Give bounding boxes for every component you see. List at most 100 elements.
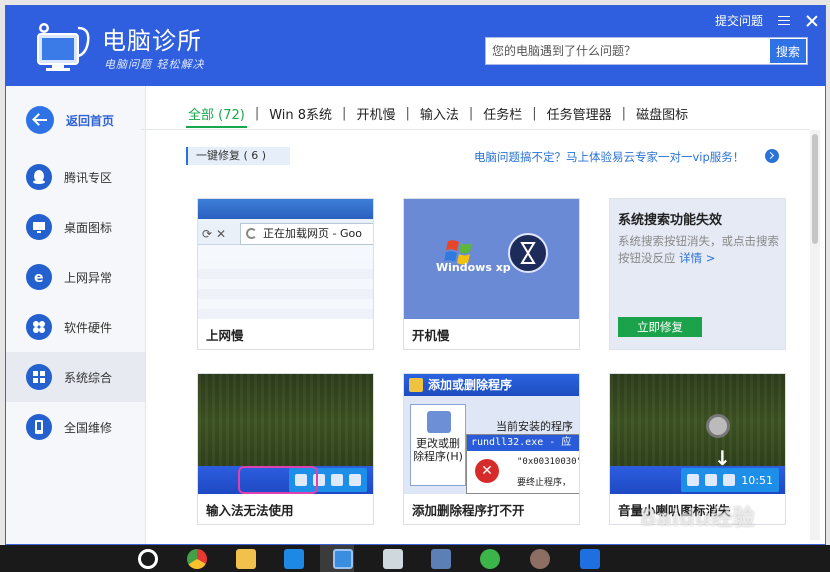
- window-controls: 提交问题: [715, 12, 819, 29]
- menu-icon[interactable]: [777, 14, 791, 28]
- svg-text:e: e: [34, 270, 44, 285]
- sidebar-item-label: 腾讯专区: [64, 170, 113, 185]
- fix-card-search-failure: 系统搜索功能失效 系统搜索按钮消失，或点击搜索按钮没反应 详情 > 立即修复: [609, 198, 786, 350]
- error-x-icon: ✕: [475, 459, 499, 483]
- tab-separator: |: [468, 106, 474, 121]
- browser-titlebar: [198, 199, 373, 219]
- stethoscope-monitor-icon: [37, 23, 90, 71]
- arrow-left-icon: [26, 106, 54, 134]
- os-taskbar: [0, 545, 830, 572]
- shield-icon: [723, 474, 736, 486]
- tab-disk-icon[interactable]: 磁盘图标: [634, 104, 690, 123]
- category-tabs: 全部 (72) | Win 8系统 | 开机慢 | 输入法 | 任务栏 | 任务…: [186, 104, 690, 128]
- avatar-icon[interactable]: [530, 549, 550, 569]
- tab-separator: |: [621, 106, 627, 121]
- fix-card-slow-boot[interactable]: Windows xp 开机慢: [403, 198, 580, 350]
- baidu-watermark: Baidu经验: [640, 506, 755, 531]
- browser-tab: 正在加载网页 - Goo: [240, 223, 373, 245]
- tabs-divider: [141, 129, 810, 130]
- section-title: 一键修复 ( 6 ): [186, 147, 290, 165]
- card-caption: 输入法无法使用: [206, 503, 294, 518]
- dialog-left-panel: 更改或删除程序(H): [410, 404, 466, 486]
- highlight-box: [238, 466, 318, 494]
- card-caption: 上网慢: [206, 328, 244, 343]
- browser-thumbnail: ⟳✕ 正在加载网页 - Goo: [198, 199, 373, 319]
- app-slogan: 电脑问题 轻松解决: [104, 58, 205, 71]
- fix-card-slow-internet[interactable]: ⟳✕ 正在加载网页 - Goo 上网慢: [197, 198, 374, 350]
- tab-separator: |: [532, 106, 537, 121]
- windows-icon: [26, 364, 52, 390]
- tip-description: 系统搜索按钮消失，或点击搜索按钮没反应 详情 >: [618, 233, 783, 267]
- cortana-icon[interactable]: [138, 549, 158, 569]
- sidebar-item-label: 全国维修: [64, 420, 113, 435]
- sidebar-item-repair[interactable]: 全国维修: [6, 402, 145, 452]
- search-input[interactable]: [486, 38, 770, 64]
- computer-clinic-icon[interactable]: [333, 549, 353, 569]
- ie-icon: e: [26, 264, 52, 290]
- details-link[interactable]: 详情 >: [679, 251, 715, 265]
- chrome-icon[interactable]: [187, 549, 207, 569]
- watermark-url: jingyan.baidu.com: [706, 533, 799, 544]
- close-icon[interactable]: [805, 14, 819, 28]
- sidebar-item-label: 上网异常: [64, 270, 113, 285]
- tab-slow-boot[interactable]: 开机慢: [354, 104, 397, 123]
- settings-icon[interactable]: [284, 549, 304, 569]
- tab-ime[interactable]: 输入法: [418, 104, 461, 123]
- tab-win8[interactable]: Win 8系统: [267, 104, 334, 123]
- fix-card-ime[interactable]: 输入法无法使用: [197, 373, 374, 525]
- penguin-icon: [26, 164, 52, 190]
- shield-icon: [349, 474, 361, 486]
- sidebar: 返回首页 腾讯专区 桌面图标 e 上网异常 软件硬件 系统综合 全国维修: [6, 86, 146, 544]
- xp-taskbar: 10:51: [610, 466, 785, 494]
- computer-icon[interactable]: [431, 549, 451, 569]
- back-home-label: 返回首页: [66, 113, 115, 128]
- volume-icon: [705, 474, 718, 486]
- error-title: rundll32.exe - 应: [467, 435, 579, 451]
- scrollbar-thumb[interactable]: [812, 134, 818, 244]
- tray-clock: 10:51: [741, 473, 773, 487]
- sidebar-item-system[interactable]: 系统综合: [6, 352, 145, 402]
- error-dialog: rundll32.exe - 应 ✕ "0x00310030" 要终止程序，: [466, 434, 579, 494]
- app-title: 电脑诊所: [102, 27, 202, 55]
- fix-now-button[interactable]: 立即修复: [618, 317, 702, 337]
- tab-all[interactable]: 全部 (72): [186, 104, 247, 128]
- scrollbar[interactable]: [810, 130, 820, 540]
- sidebar-item-network[interactable]: e 上网异常: [6, 252, 145, 302]
- network-icon: [331, 474, 343, 486]
- dialog-current-label: 当前安装的程序: [496, 420, 573, 433]
- vip-promo-link[interactable]: 电脑问题搞不定？马上体验易云专家一对一vip服务！: [474, 149, 744, 165]
- search-button[interactable]: 搜索: [770, 39, 806, 63]
- wechat-icon[interactable]: [480, 549, 500, 569]
- dialog-thumbnail: 添加或删除程序 更改或删除程序(H) 当前安装的程序 rundll32.exe …: [404, 374, 579, 494]
- sidebar-item-tencent[interactable]: 腾讯专区: [6, 152, 145, 202]
- sidebar-item-desktop-icons[interactable]: 桌面图标: [6, 202, 145, 252]
- card-caption: 添加删除程序打不开: [412, 503, 525, 518]
- header: 电脑诊所 电脑问题 轻松解决 提交问题 搜索: [6, 6, 825, 86]
- tab-taskbar[interactable]: 任务栏: [481, 104, 524, 123]
- fix-card-add-remove-programs[interactable]: 添加或删除程序 更改或删除程序(H) 当前安装的程序 rundll32.exe …: [403, 373, 580, 525]
- desktop-thumbnail: [198, 374, 373, 494]
- refresh-close-icon: ⟳✕: [202, 227, 231, 241]
- windows-xp-thumbnail: Windows xp: [404, 199, 579, 319]
- phone-icon: [26, 414, 52, 440]
- xp-taskbar: [198, 466, 373, 494]
- puzzle-icon: [26, 314, 52, 340]
- tab-separator: |: [342, 106, 347, 121]
- image-viewer-icon[interactable]: [383, 549, 403, 569]
- sidebar-item-label: 软件硬件: [64, 320, 113, 335]
- folder-icon[interactable]: [236, 549, 256, 569]
- card-caption: 开机慢: [412, 328, 450, 343]
- tab-task-manager[interactable]: 任务管理器: [545, 104, 614, 123]
- back-home-button[interactable]: 返回首页: [6, 100, 145, 140]
- chevron-right-icon[interactable]: [765, 149, 779, 163]
- page-lines: [198, 259, 373, 319]
- sidebar-item-label: 桌面图标: [64, 220, 113, 235]
- feedback-link[interactable]: 提交问题: [715, 12, 763, 29]
- monitor-icon: [26, 214, 52, 240]
- desktop-thumbnail: ↓ 10:51: [610, 374, 785, 494]
- sidebar-item-software-hardware[interactable]: 软件硬件: [6, 302, 145, 352]
- system-tray: 10:51: [681, 468, 779, 492]
- search-box: 搜索: [485, 37, 808, 65]
- speaker-icon: [706, 414, 730, 438]
- security-shield-icon[interactable]: [580, 549, 600, 569]
